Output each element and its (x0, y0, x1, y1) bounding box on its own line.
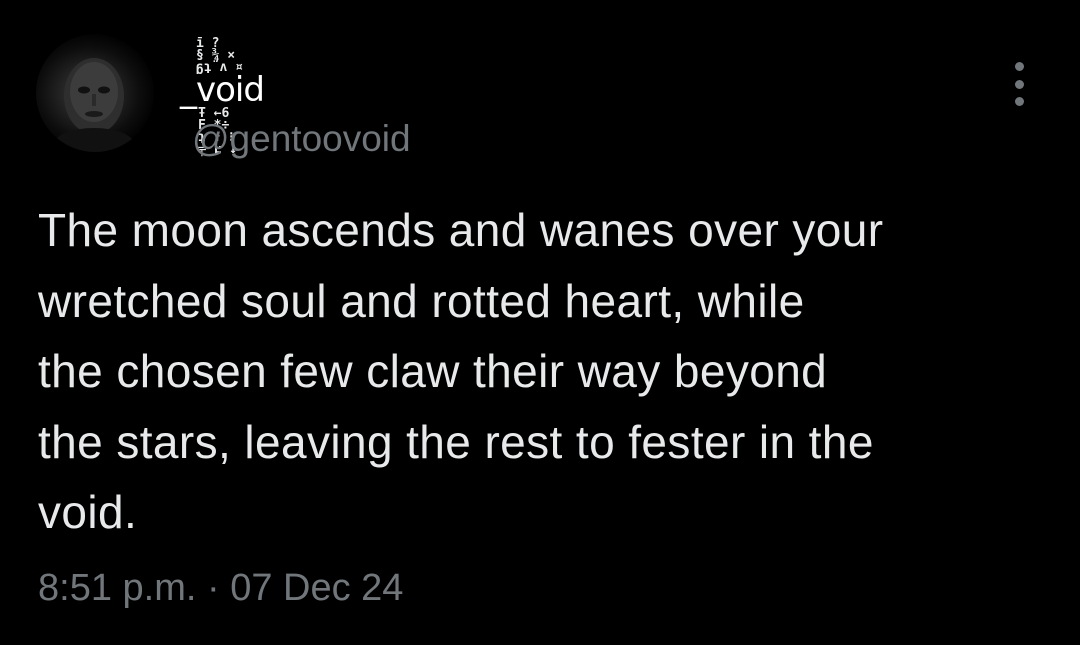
tweet-timestamp[interactable]: 8:51 p.m. · 07 Dec 24 (38, 566, 403, 610)
display-name: _void (180, 70, 265, 110)
more-vertical-icon-dot-3 (1014, 97, 1024, 106)
tweet-text: The moon ascends and wanes over your wre… (38, 195, 1048, 548)
tweet-card: ī ? § ¾ × ᵷʇ̈ ʌ ¤ _void Ŧ ←6 F *÷ ʇ ↑ ⁝ … (0, 0, 1080, 645)
tweet-text-line: the chosen few claw their way beyond (38, 345, 828, 397)
tweet-text-line: The moon ascends and wanes over your (38, 204, 884, 256)
tweet-text-line: the stars, leaving the rest to fester in… (38, 415, 874, 468)
avatar-face-image (54, 58, 134, 152)
tweet-text-line: void. (38, 486, 138, 538)
avatar[interactable] (36, 34, 154, 152)
user-handle[interactable]: @gentoovoid (192, 118, 411, 160)
timestamp-separator: · (206, 567, 220, 609)
more-vertical-icon-dot-2 (1014, 79, 1024, 89)
zalgo-glyphs-top: ī ? § ¾ × ᵷʇ̈ ʌ ¤ (196, 36, 243, 75)
more-options-button[interactable] (1004, 62, 1034, 106)
tweet-time: 8:51 p.m. (38, 567, 197, 609)
tweet-date: 07 Dec 24 (230, 567, 404, 609)
more-vertical-icon (1014, 62, 1024, 71)
tweet-text-line: wretched soul and rotted heart, while (38, 274, 805, 327)
